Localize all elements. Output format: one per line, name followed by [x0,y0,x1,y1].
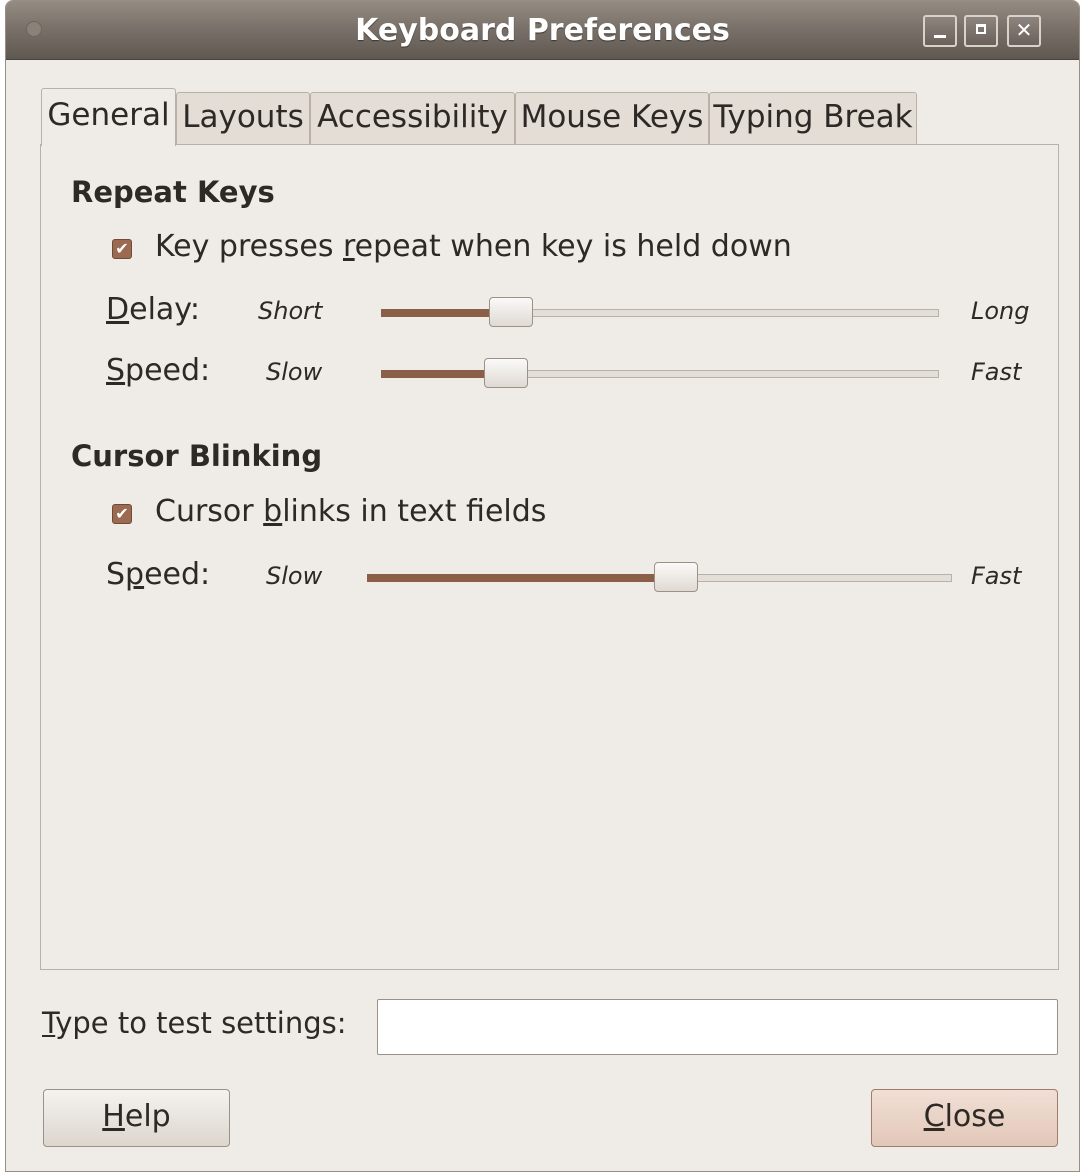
close-button[interactable]: Close [871,1089,1058,1147]
close-icon: ✕ [1015,18,1033,42]
repeat-speed-slider[interactable] [381,358,939,388]
repeat-speed-label: Speed: [106,353,210,388]
minimize-button[interactable] [923,15,957,47]
label-part: elay: [129,292,200,327]
help-button[interactable]: Help [43,1089,230,1147]
mnemonic-letter: H [102,1099,125,1134]
slider-thumb[interactable] [653,562,698,592]
maximize-icon [976,24,986,34]
minimize-icon [934,35,946,38]
cursor-blinking-heading: Cursor Blinking [71,439,323,473]
mnemonic-letter: b [263,494,283,529]
slider-thumb[interactable] [488,297,533,327]
label-part: Key presses [155,229,343,264]
label-part: peed: [125,353,211,388]
button-label: lose [944,1099,1006,1134]
button-label: elp [124,1099,171,1134]
tab-layouts[interactable]: Layouts [176,92,310,144]
cursor-blinks-checkbox[interactable]: ✔ [112,504,132,524]
mnemonic-letter: D [106,292,130,327]
titlebar[interactable]: Keyboard Preferences ✕ [6,1,1079,60]
checkmark-icon: ✔ [115,504,129,523]
delay-slider[interactable] [381,297,939,327]
test-settings-label: Type to test settings: [42,1006,347,1040]
repeat-keys-checkbox[interactable]: ✔ [112,239,132,259]
mnemonic-letter: S [106,353,126,388]
blink-speed-slider[interactable] [367,562,952,592]
label-part: S [106,557,126,592]
maximize-button[interactable] [964,15,998,47]
keyboard-preferences-window: Keyboard Preferences ✕ General Layouts A… [5,0,1080,1172]
delay-max-label: Long [971,297,1030,325]
checkmark-icon: ✔ [115,239,129,258]
tab-general[interactable]: General [41,88,176,146]
delay-min-label: Short [258,297,323,325]
repeat-keys-checkbox-label[interactable]: Key presses repeat when key is held down [155,229,792,264]
blink-speed-min-label: Slow [266,562,323,590]
general-tab-panel: Repeat Keys ✔ Key presses repeat when ke… [40,144,1059,970]
close-window-button[interactable]: ✕ [1007,15,1041,47]
blink-speed-max-label: Fast [971,562,1022,590]
label-part: epeat when key is held down [354,229,792,264]
tab-typing-break[interactable]: Typing Break [709,92,917,144]
label-part: links in text fields [282,494,547,529]
tab-accessibility[interactable]: Accessibility [310,92,515,144]
window-title: Keyboard Preferences [355,13,730,48]
mnemonic-letter: C [923,1099,945,1134]
repeat-keys-heading: Repeat Keys [71,175,275,209]
delay-label: Delay: [106,292,200,327]
label-part: eed: [144,557,211,592]
mnemonic-letter: T [42,1006,56,1040]
repeat-speed-min-label: Slow [266,358,323,386]
blink-speed-label: Speed: [106,557,210,592]
repeat-speed-max-label: Fast [971,358,1022,386]
slider-thumb[interactable] [483,358,528,388]
mnemonic-letter: r [342,229,355,264]
label-part: Cursor [155,494,264,529]
tab-mouse-keys[interactable]: Mouse Keys [515,92,709,144]
mnemonic-letter: p [125,557,145,592]
cursor-blinks-checkbox-label[interactable]: Cursor blinks in text fields [155,494,546,529]
test-settings-input[interactable] [377,999,1058,1055]
slider-fill [367,574,676,582]
label-part: ype to test settings: [55,1006,347,1040]
